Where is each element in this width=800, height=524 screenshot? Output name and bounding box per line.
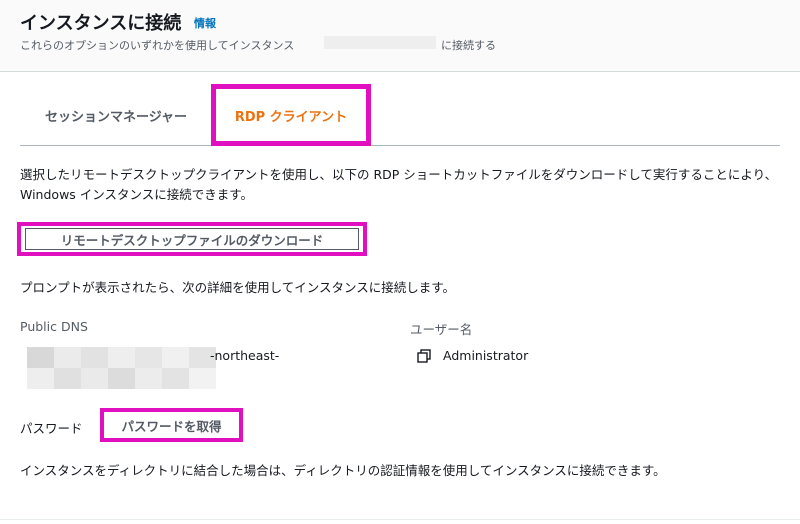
get-password-button[interactable]: パスワードを取得 [100,408,243,442]
page-description: これらのオプションのいずれかを使用してインスタンス [20,39,295,52]
username-label: ユーザー名 [410,322,473,337]
divider [0,519,800,520]
username-value: Administrator [443,348,529,363]
info-link[interactable]: 情報 [194,15,216,31]
page-title: インスタンスに接続 [20,13,182,34]
tab-session-manager[interactable]: セッションマネージャー [20,84,212,146]
tab-rdp-client[interactable]: RDP クライアント [211,84,371,146]
rdp-description: 選択したリモートデスクトップクライアントを使用し、以下の RDP ショートカット… [20,167,778,202]
connection-tabs: セッションマネージャー RDP クライアント [20,84,780,146]
connect-instance-page: インスタンスに接続 情報 これらのオプションのいずれかを使用してインスタンス に… [0,0,800,524]
copy-icon[interactable] [417,349,431,363]
page-description-tail: に接続する [441,39,496,52]
redacted-instance-id [324,36,436,49]
public-dns-label: Public DNS [20,319,88,334]
password-label: パスワード [20,421,83,436]
page-header: インスタンスに接続 情報 これらのオプションのいずれかを使用してインスタンス に… [0,0,800,72]
prompt-instructions: プロンプトが表示されたら、次の詳細を使用してインスタンスに接続します。 [20,280,456,295]
public-dns-value: -northeast- [210,348,280,363]
download-rdp-file-label[interactable]: リモートデスクトップファイルのダウンロード [25,228,359,250]
download-rdp-file-button[interactable]: リモートデスクトップファイルのダウンロード [17,222,367,256]
directory-join-note: インスタンスをディレクトリに結合した場合は、ディレクトリの認証情報を使用してイン… [20,463,666,478]
